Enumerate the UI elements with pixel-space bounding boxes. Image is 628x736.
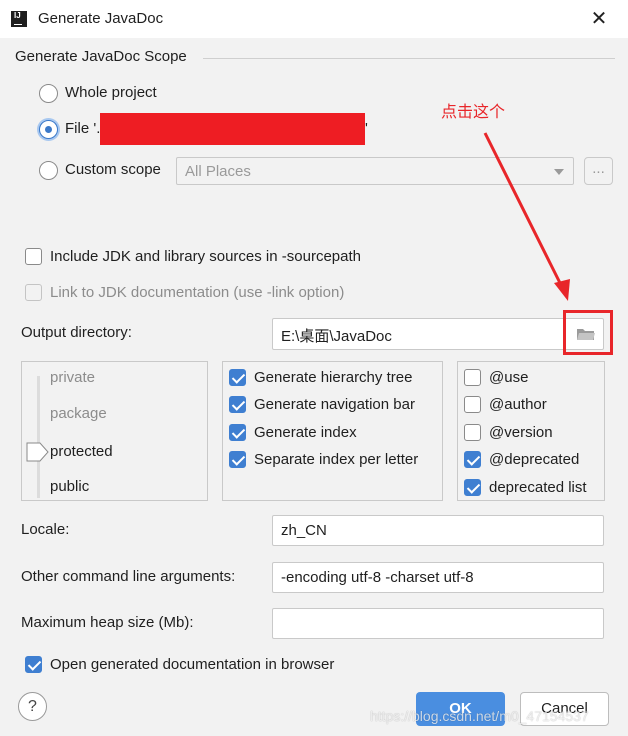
open-browser-checkbox[interactable] — [25, 656, 42, 673]
close-button[interactable]: ✕ — [588, 8, 610, 30]
section-divider — [203, 58, 615, 59]
locale-label: Locale: — [21, 521, 70, 538]
output-directory-field[interactable]: E:\桌面\JavaDoc — [272, 318, 604, 350]
annotation-highlight-box — [563, 310, 613, 355]
whole-project-radio[interactable] — [39, 84, 58, 103]
tag-use-checkbox[interactable] — [464, 369, 481, 386]
file-radio[interactable] — [39, 120, 58, 139]
custom-scope-label[interactable]: Custom scope — [65, 161, 161, 178]
visibility-package[interactable]: package — [50, 405, 107, 422]
heap-size-label: Maximum heap size (Mb): — [21, 614, 194, 631]
generate-hierarchy-label[interactable]: Generate hierarchy tree — [254, 369, 412, 386]
tag-use-label[interactable]: @use — [489, 369, 528, 386]
deprecated-list-label[interactable]: deprecated list — [489, 479, 587, 496]
intellij-app-icon: IJ — [11, 11, 27, 27]
include-jdk-label[interactable]: Include JDK and library sources in -sour… — [50, 248, 361, 265]
generate-navbar-label[interactable]: Generate navigation bar — [254, 396, 415, 413]
include-jdk-checkbox[interactable] — [25, 248, 42, 265]
output-directory-label: Output directory: — [21, 324, 132, 341]
custom-scope-radio[interactable] — [39, 161, 58, 180]
visibility-protected[interactable]: protected — [50, 443, 113, 460]
visibility-private[interactable]: private — [50, 369, 95, 386]
generate-index-label[interactable]: Generate index — [254, 424, 357, 441]
scope-section-title: Generate JavaDoc Scope — [15, 48, 187, 65]
generate-hierarchy-checkbox[interactable] — [229, 369, 246, 386]
locale-field[interactable]: zh_CN — [272, 515, 604, 546]
tag-deprecated-checkbox[interactable] — [464, 451, 481, 468]
redaction-mark — [100, 113, 365, 145]
open-browser-label[interactable]: Open generated documentation in browser — [50, 656, 334, 673]
tag-deprecated-label[interactable]: @deprecated — [489, 451, 579, 468]
visibility-public[interactable]: public — [50, 478, 89, 495]
tag-version-label[interactable]: @version — [489, 424, 553, 441]
link-jdk-checkbox[interactable] — [25, 284, 42, 301]
file-label-prefix[interactable]: File '. — [65, 120, 100, 137]
deprecated-list-checkbox[interactable] — [464, 479, 481, 496]
file-label-suffix: ' — [365, 120, 368, 137]
separate-index-checkbox[interactable] — [229, 451, 246, 468]
heap-size-field[interactable] — [272, 608, 604, 639]
tag-version-checkbox[interactable] — [464, 424, 481, 441]
browse-scope-button[interactable]: ... — [584, 157, 613, 185]
tag-author-label[interactable]: @author — [489, 396, 547, 413]
watermark: https://blog.csdn.net/m0_47154537 — [370, 708, 589, 724]
whole-project-label[interactable]: Whole project — [65, 84, 157, 101]
combo-value: All Places — [185, 163, 251, 180]
generate-navbar-checkbox[interactable] — [229, 396, 246, 413]
visibility-slider-track — [37, 376, 40, 498]
other-args-value: -encoding utf-8 -charset utf-8 — [281, 569, 474, 586]
title-bar: IJ Generate JavaDoc ✕ — [0, 0, 628, 38]
window-title: Generate JavaDoc — [38, 10, 164, 27]
locale-value: zh_CN — [281, 522, 327, 539]
help-button[interactable]: ? — [18, 692, 47, 721]
separate-index-label[interactable]: Separate index per letter — [254, 451, 418, 468]
other-args-label: Other command line arguments: — [21, 568, 236, 585]
annotation-arrow — [483, 132, 570, 301]
link-jdk-label: Link to JDK documentation (use -link opt… — [50, 284, 345, 301]
other-args-field[interactable]: -encoding utf-8 -charset utf-8 — [272, 562, 604, 593]
generate-index-checkbox[interactable] — [229, 424, 246, 441]
visibility-slider-thumb[interactable] — [26, 442, 50, 462]
output-directory-value: E:\桌面\JavaDoc — [281, 328, 392, 345]
annotation-text: 点击这个 — [441, 104, 506, 121]
tag-author-checkbox[interactable] — [464, 396, 481, 413]
